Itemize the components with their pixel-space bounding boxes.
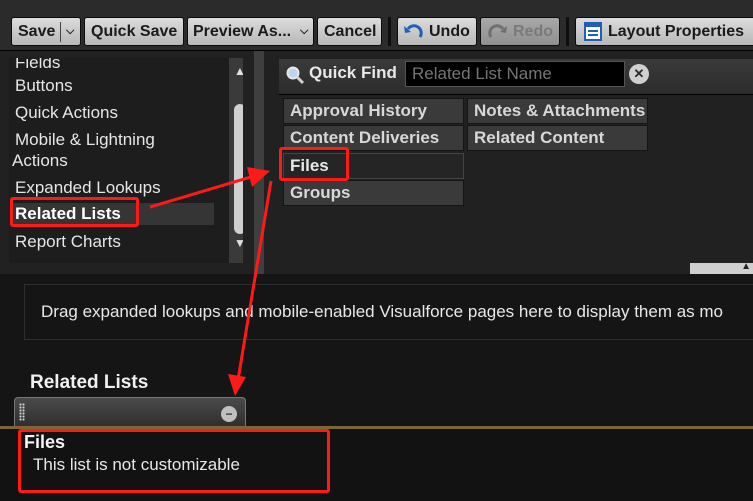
related-list-handle[interactable]: − (14, 397, 246, 427)
category-scrollbar[interactable]: ▲ ▼ (229, 58, 243, 263)
quick-find-input[interactable] (405, 61, 625, 87)
quick-save-label: Quick Save (91, 23, 178, 40)
palette-item-files[interactable]: Files (283, 153, 464, 179)
layout-properties-button[interactable]: Layout Properties (575, 17, 753, 46)
palette-item-content-deliveries[interactable]: Content Deliveries (283, 125, 464, 151)
category-quick-actions[interactable]: Quick Actions (15, 102, 215, 123)
category-fields[interactable]: Fields (15, 58, 215, 73)
toolbar-separator (388, 17, 391, 46)
category-buttons[interactable]: Buttons (15, 75, 215, 96)
category-related-lists[interactable]: Related Lists (12, 203, 214, 225)
annotation-arrowhead (228, 374, 246, 396)
toolbar: Save ⌵ Quick Save Preview As... ⌵ Cancel… (0, 0, 753, 51)
palette-item-groups[interactable]: Groups (283, 180, 464, 206)
undo-icon (404, 24, 423, 38)
category-mobile-lightning-actions-continued[interactable]: Actions (12, 150, 212, 171)
search-icon (286, 66, 305, 85)
quick-find-bar: Quick Find ✕ (279, 59, 753, 95)
toolbar-separator (566, 17, 569, 46)
scrollbar-thumb[interactable] (234, 104, 243, 234)
redo-button[interactable]: Redo (480, 17, 560, 46)
cancel-button[interactable]: Cancel (317, 17, 382, 46)
chevron-down-icon: ⌵ (300, 25, 309, 37)
palette-item-related-content[interactable]: Related Content (467, 125, 648, 151)
cancel-label: Cancel (324, 23, 377, 40)
related-list-name: Files (24, 432, 66, 452)
undo-button[interactable]: Undo (397, 17, 477, 46)
horizontal-scrollbar[interactable]: ▲ (690, 261, 753, 274)
drag-handle-icon[interactable] (19, 403, 25, 421)
palette-item-notes-attachments[interactable]: Notes & Attachments (467, 98, 648, 124)
related-list-message: This list is not customizable (33, 455, 240, 474)
palette-category-list: Fields Buttons Quick Actions Mobile & Li… (9, 58, 243, 263)
layout-properties-label: Layout Properties (608, 23, 745, 40)
save-button-label[interactable]: Save (18, 18, 55, 45)
redo-label: Redo (513, 23, 553, 40)
palette: Fields Buttons Quick Actions Mobile & Li… (0, 51, 753, 274)
clear-search-icon[interactable]: ✕ (629, 64, 649, 84)
quick-save-button[interactable]: Quick Save (84, 17, 184, 46)
quick-find-label: Quick Find (309, 63, 397, 82)
expanded-lookups-drop-zone[interactable]: Drag expanded lookups and mobile-enabled… (24, 284, 753, 340)
split-separator (60, 22, 61, 42)
category-mobile-lightning-actions[interactable]: Mobile & Lightning (15, 129, 215, 150)
related-lists-section-title: Related Lists (30, 372, 149, 393)
scroll-up-icon[interactable]: ▲ (231, 64, 243, 78)
remove-icon[interactable]: − (221, 406, 237, 422)
palette-item-approval-history[interactable]: Approval History (283, 98, 464, 124)
preview-as-button[interactable]: Preview As... ⌵ (187, 17, 314, 46)
chevron-down-icon[interactable]: ⌵ (66, 18, 74, 45)
layout-properties-icon (584, 22, 602, 41)
undo-label: Undo (429, 23, 470, 40)
category-report-charts[interactable]: Report Charts (15, 231, 215, 252)
preview-as-label: Preview As... (193, 23, 292, 40)
palette-divider[interactable] (254, 51, 264, 274)
scroll-up-icon[interactable]: ▲ (741, 261, 751, 272)
redo-icon (488, 24, 507, 38)
scroll-down-icon[interactable]: ▼ (231, 236, 243, 250)
category-expanded-lookups[interactable]: Expanded Lookups (15, 177, 215, 198)
save-split-button[interactable]: Save ⌵ (11, 17, 81, 46)
